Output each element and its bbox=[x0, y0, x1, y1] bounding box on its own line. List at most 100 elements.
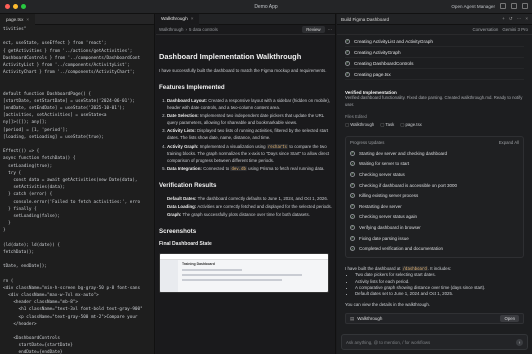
final-state-heading: Final Dashboard State bbox=[159, 241, 212, 248]
task-label: Creating page.tsx bbox=[354, 71, 391, 77]
open-agent-manager-button[interactable]: Open Agent Manager bbox=[451, 4, 495, 9]
feature-label: Date Selection: bbox=[167, 113, 199, 119]
code-line: setLoading(false); bbox=[3, 213, 60, 219]
code-content[interactable]: tivities" ect, useState, useEffect } from… bbox=[0, 26, 154, 354]
breadcrumb-item[interactable]: Walkthrough bbox=[159, 27, 184, 32]
progress-label: Checking if dashboard is accessible on p… bbox=[359, 182, 458, 188]
close-tab-icon[interactable]: × bbox=[26, 17, 29, 22]
doc-title: Dashboard Implementation Walkthrough bbox=[159, 52, 302, 61]
code-line: setActivities(data); bbox=[3, 185, 66, 191]
verified-text: Verified dashboard functionality. Fixed … bbox=[345, 95, 523, 107]
file-chip[interactable]: page.tsx bbox=[400, 122, 422, 128]
task-label: Creating DashboardControls bbox=[354, 60, 414, 66]
more-icon[interactable]: ⋯ bbox=[328, 27, 332, 33]
progress-item[interactable]: ✓ Starting dev server and checking dashbo… bbox=[350, 148, 519, 159]
agent-input[interactable]: Ask anything, @ to mention, / for workfl… bbox=[341, 334, 528, 350]
breadcrumb-item[interactable]: 5 data controls bbox=[189, 27, 218, 32]
verification-text: The dashboard correctly defaults to June… bbox=[196, 195, 329, 201]
file-chip[interactable]: Task bbox=[380, 122, 394, 128]
code-line: [activities, setActivities] = useState<a bbox=[3, 113, 107, 119]
settings-icon[interactable] bbox=[522, 3, 528, 9]
breadcrumb: Walkthrough › 5 data controls Review ⋯ bbox=[156, 25, 335, 35]
walkthrough-card[interactable]: ▤ Walkthrough Open bbox=[345, 313, 524, 324]
verification-list: Default Dates: The dashboard correctly d… bbox=[159, 195, 332, 218]
agent-tabs: Build Figma Dashboard + ↺ ⋯ × bbox=[337, 14, 532, 25]
agent-conversation: ✓ Creating ActivityList and ActivityGraph… bbox=[337, 36, 532, 332]
expand-all-button[interactable]: Expand All bbox=[499, 140, 519, 145]
layout-icon[interactable] bbox=[500, 3, 506, 9]
verification-item: Default Dates: The dashboard correctly d… bbox=[167, 195, 332, 202]
send-icon[interactable]: ↑ bbox=[516, 338, 523, 346]
agent-tab-label[interactable]: Build Figma Dashboard bbox=[341, 17, 389, 22]
progress-item[interactable]: ✓ Checking server status bbox=[350, 169, 519, 180]
task-item[interactable]: ✓ Creating page.tsx bbox=[345, 69, 524, 80]
model-select[interactable]: Gemini 3 Pro bbox=[502, 27, 528, 32]
code-line: </header> bbox=[3, 321, 37, 327]
close-panel-icon[interactable]: × bbox=[525, 16, 528, 22]
code-line: <div className="min-h-screen bg-gray-50 … bbox=[3, 285, 141, 291]
task-label: Creating ActivityList and ActivityGraph bbox=[354, 38, 433, 44]
verification-text: Activities are correctly fetched and dis… bbox=[196, 204, 332, 210]
features-heading: Features Implemented bbox=[159, 84, 225, 91]
doc-tabs: Walkthrough × bbox=[156, 13, 335, 25]
progress-item[interactable]: ✓ Checking server status again bbox=[350, 212, 519, 223]
check-icon: ✓ bbox=[350, 246, 355, 252]
code-line: tDate, endDate]); bbox=[3, 264, 47, 270]
code-line: rn ( bbox=[3, 278, 14, 284]
code-line: const data = await getActivities(new Dat… bbox=[3, 177, 138, 183]
task-item[interactable]: ✓ Creating DashboardControls bbox=[345, 58, 524, 69]
progress-label: Verifying dashboard in browser bbox=[359, 224, 421, 230]
code-line: <DashboardControls bbox=[3, 336, 60, 342]
code-line: tivities" bbox=[3, 27, 27, 32]
feature-item: Data Integration: Connected to dev.db us… bbox=[167, 165, 332, 172]
mode-select[interactable]: Conversation bbox=[473, 27, 499, 32]
code-line: } bbox=[3, 221, 11, 227]
code-line: { getActivities } from '../actions/getAc… bbox=[3, 48, 133, 54]
progress-label: Starting dev server and checking dashboa… bbox=[359, 150, 448, 156]
more-icon[interactable]: ⋯ bbox=[517, 16, 522, 22]
code-line: ect, useState, useEffect } from 'react'; bbox=[3, 41, 107, 47]
screenshot-title: Training Dashboard bbox=[182, 262, 215, 267]
walkthrough-panel: Walkthrough × Walkthrough › 5 data contro… bbox=[156, 13, 336, 354]
feature-item: Activity Lists: Displayed two lists of r… bbox=[167, 127, 332, 141]
progress-item[interactable]: ✓ Completed verification and documentatio… bbox=[350, 243, 519, 254]
review-button[interactable]: Review bbox=[302, 26, 325, 33]
final-message: I have built the dashboard at /dashboard… bbox=[345, 265, 524, 308]
tab-page-tsx[interactable]: page.tsx × bbox=[0, 13, 36, 25]
close-tab-icon[interactable]: × bbox=[191, 17, 194, 22]
progress-item[interactable]: ✓ Verifying dashboard in browser bbox=[350, 222, 519, 233]
title-bar: Demo App Open Agent Manager bbox=[0, 0, 532, 14]
progress-item[interactable]: ✓ Killing existing server process bbox=[350, 190, 519, 201]
code-line: setLoading(true); bbox=[3, 163, 53, 169]
history-icon[interactable]: ↺ bbox=[509, 16, 513, 22]
check-icon: ✓ bbox=[350, 161, 355, 167]
feature-label: Data Integration: bbox=[167, 165, 202, 171]
progress-item[interactable]: ✓ Fixing date parsing issue bbox=[350, 233, 519, 244]
dashboard-path: /dashboard bbox=[401, 265, 428, 271]
final-point: Default dates set to June 1, 2024 and Oc… bbox=[355, 291, 524, 297]
code-line: <h1 className="text-3xl font-bold text-g… bbox=[3, 307, 143, 313]
progress-item[interactable]: ✓ Waiting for server to start bbox=[350, 159, 519, 170]
panel-icon[interactable] bbox=[511, 3, 517, 9]
dashboard-screenshot[interactable]: Training Dashboard bbox=[159, 253, 329, 294]
feature-label: Activity Graph: bbox=[167, 143, 199, 149]
check-icon: ✓ bbox=[350, 182, 355, 188]
task-item[interactable]: ✓ Creating ActivityList and ActivityGraph bbox=[345, 36, 524, 47]
code-line: <p className="text-gray-500 mt-2">Compar… bbox=[3, 314, 138, 320]
progress-item[interactable]: ✓ Checking if dashboard is accessible on … bbox=[350, 180, 519, 191]
feature-code: dev.db bbox=[230, 165, 247, 171]
file-chip[interactable]: Walkthrough bbox=[345, 122, 374, 128]
code-line: ny[]>([]); any[]; bbox=[3, 120, 47, 126]
progress-item[interactable]: ✓ Restarting dev server bbox=[350, 201, 519, 212]
tab-walkthrough[interactable]: Walkthrough × bbox=[156, 13, 199, 25]
agent-input-placeholder: Ask anything, @ to mention, / for workfl… bbox=[346, 339, 431, 345]
agent-subbar: Conversation Gemini 3 Pro bbox=[337, 25, 532, 35]
open-button[interactable]: Open bbox=[500, 315, 519, 322]
add-icon[interactable]: + bbox=[502, 16, 505, 22]
task-item[interactable]: ✓ Creating ActivityGraph bbox=[345, 47, 524, 58]
progress-label: Waiting for server to start bbox=[359, 161, 410, 167]
